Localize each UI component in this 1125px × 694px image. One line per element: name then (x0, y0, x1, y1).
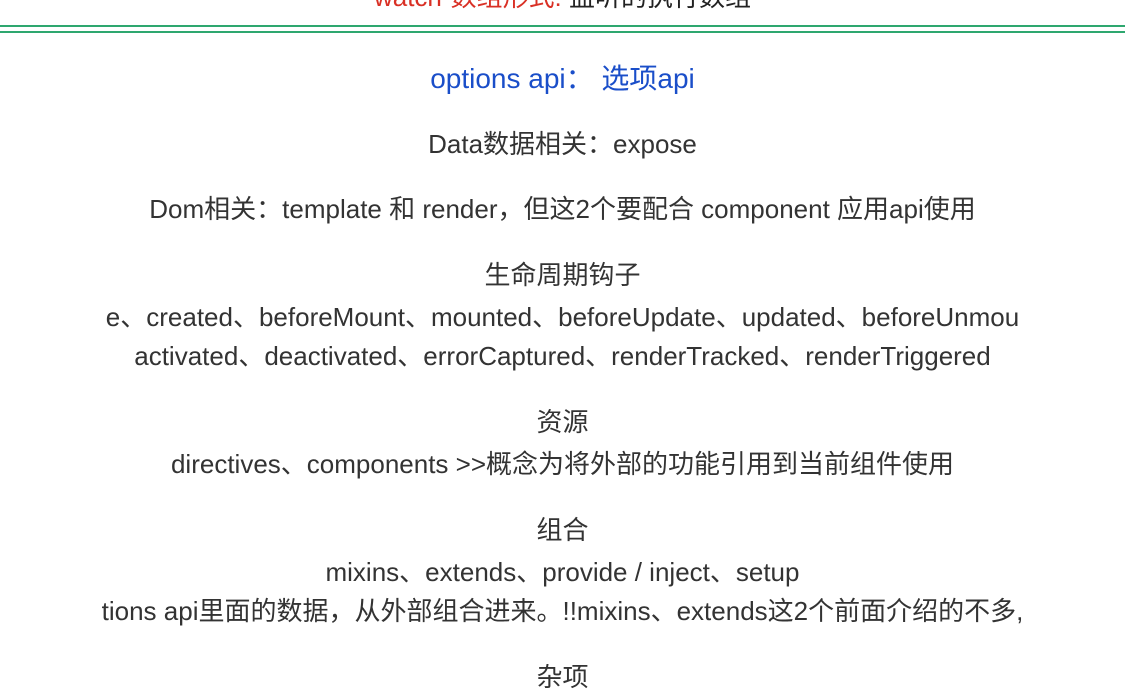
lifecycle-block: 生命周期钩子 e、created、beforeMount、mounted、bef… (0, 255, 1125, 376)
top-truncated-line: watch-数组形式: 监听的执行数组 (0, 0, 1125, 13)
lifecycle-line-1: e、created、beforeMount、mounted、beforeUpda… (0, 298, 1125, 337)
composition-line-1: mixins、extends、provide / inject、setup (0, 553, 1125, 592)
lifecycle-line-2: activated、deactivated、errorCaptured、rend… (0, 337, 1125, 376)
divider-top-1 (0, 25, 1125, 27)
composition-block: 组合 mixins、extends、provide / inject、setup… (0, 510, 1125, 631)
dom-related-line: Dom相关：template 和 render，但这2个要配合 componen… (0, 190, 1125, 229)
data-related-line: Data数据相关：expose (0, 125, 1125, 164)
misc-block: 杂项 (0, 657, 1125, 694)
top-line-black: 监听的执行数组 (562, 0, 751, 12)
section-heading-options-api: options api： 选项api (0, 57, 1125, 97)
top-line-red: watch-数组形式: (374, 0, 562, 12)
resources-block: 资源 directives、components >>概念为将外部的功能引用到当… (0, 402, 1125, 484)
composition-title: 组合 (0, 510, 1125, 547)
resources-line: directives、components >>概念为将外部的功能引用到当前组件… (0, 445, 1125, 484)
misc-title: 杂项 (0, 657, 1125, 694)
divider-top-2 (0, 31, 1125, 33)
resources-title: 资源 (0, 402, 1125, 439)
composition-line-2: tions api里面的数据，从外部组合进来。!!mixins、extends这… (0, 592, 1125, 631)
lifecycle-title: 生命周期钩子 (0, 255, 1125, 292)
